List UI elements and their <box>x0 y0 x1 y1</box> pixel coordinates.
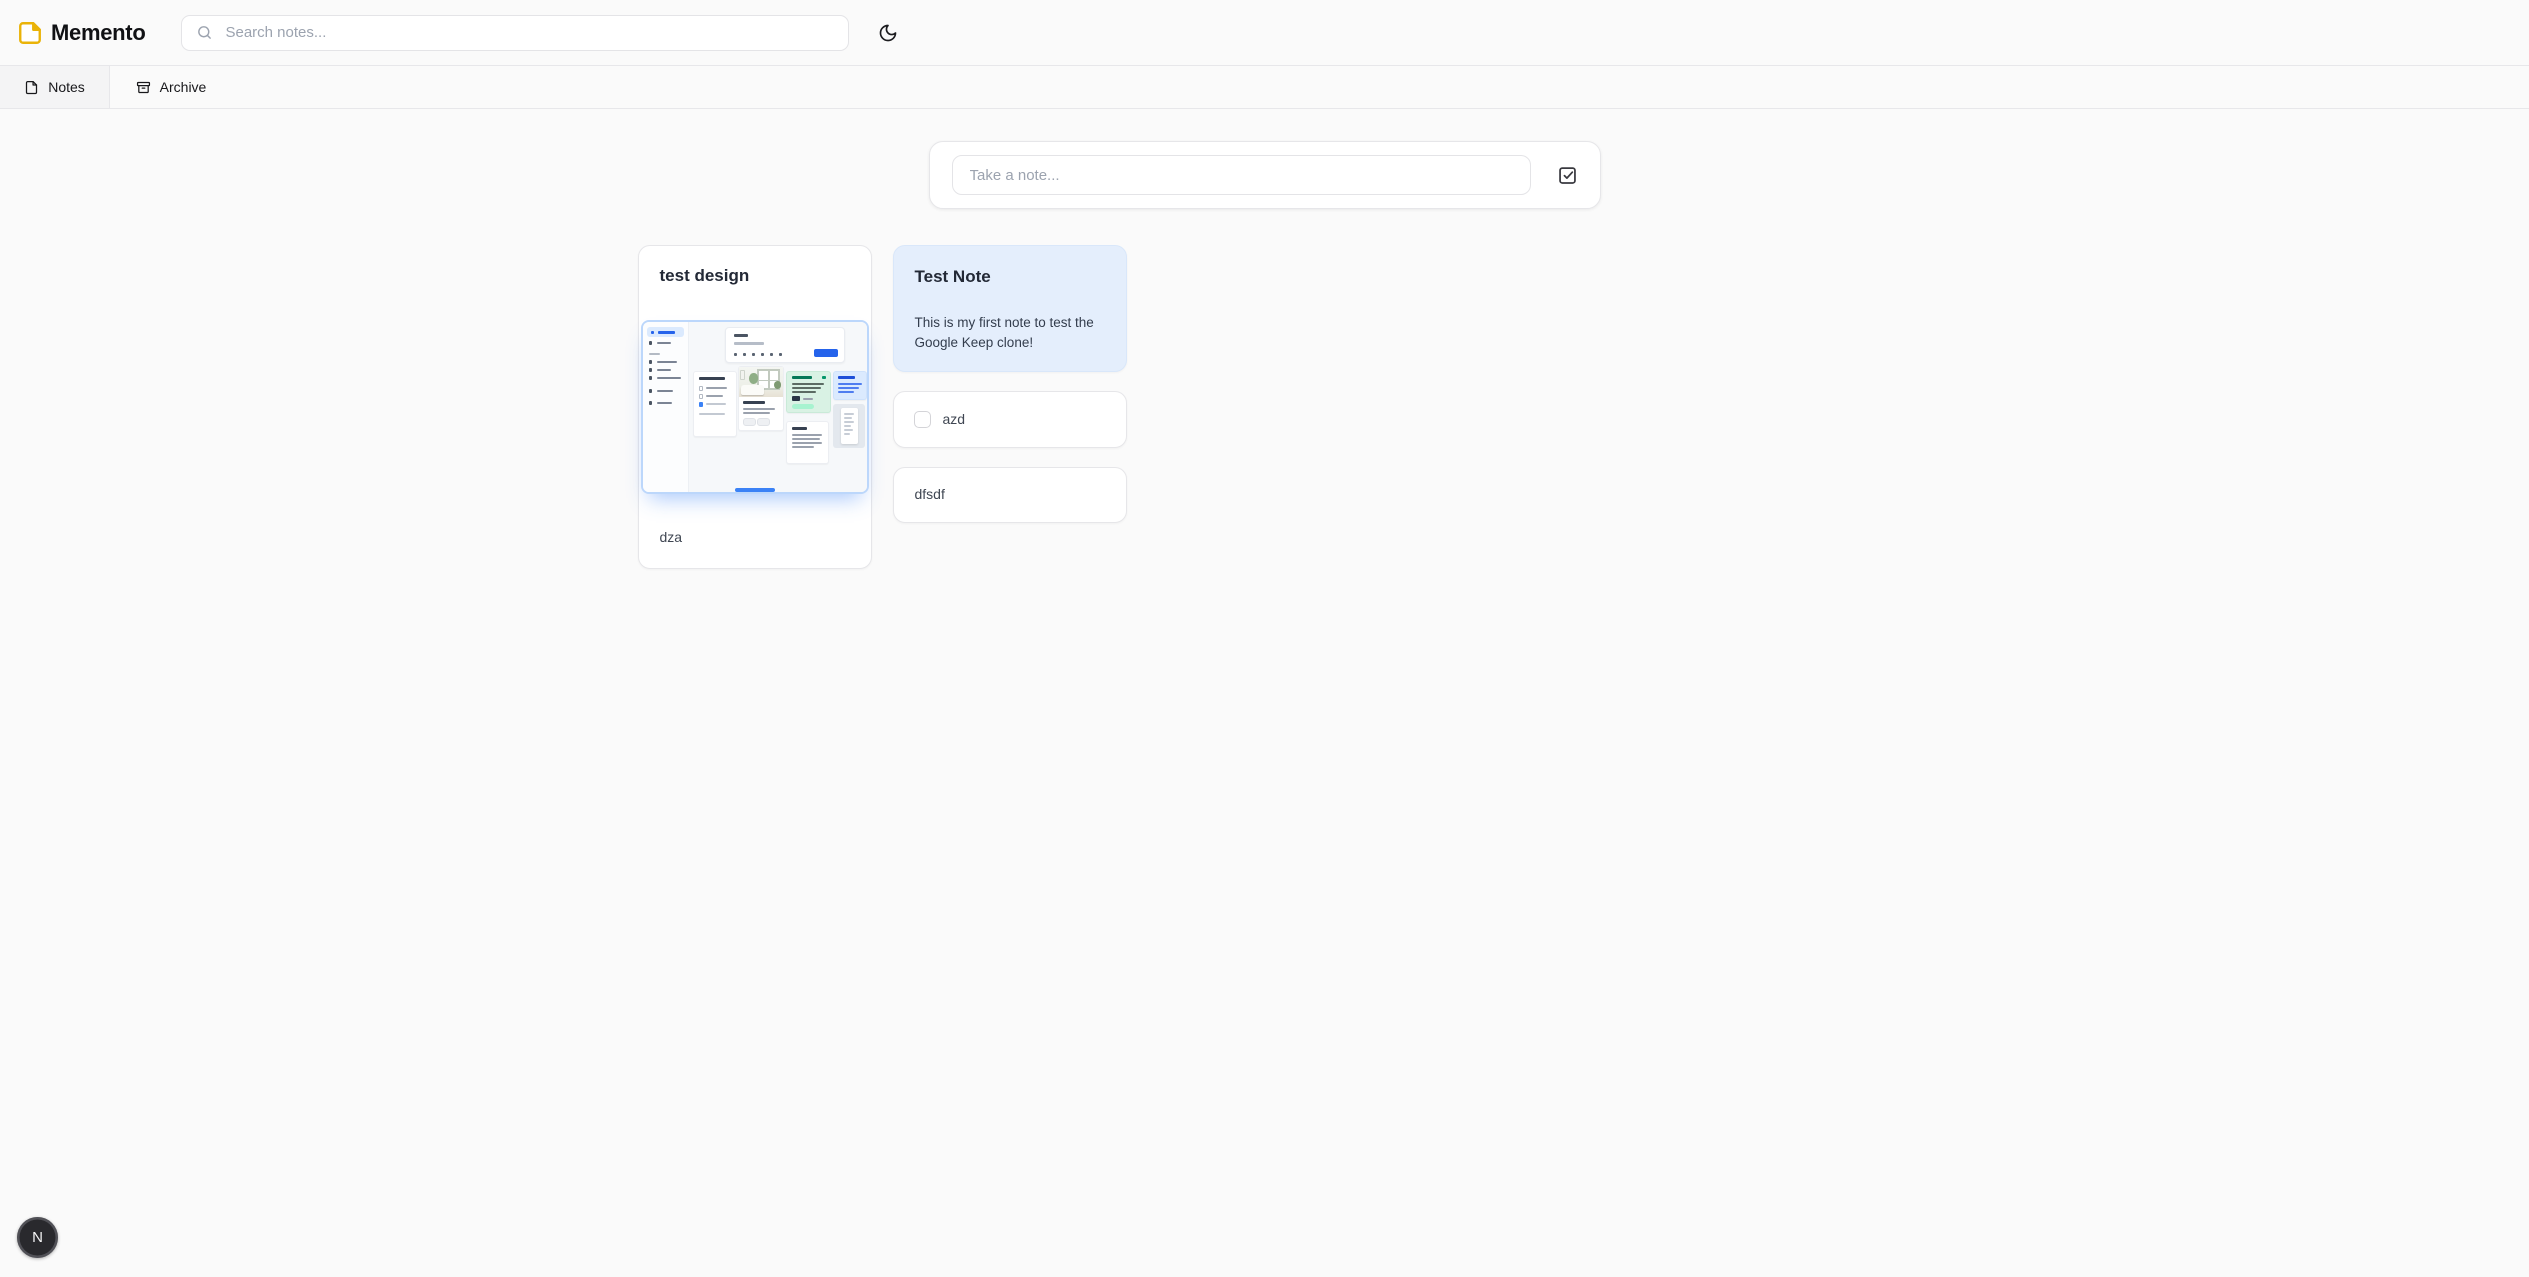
view-tabs: Notes Archive <box>0 66 2529 109</box>
note-body: This is my first note to test the Google… <box>915 313 1105 353</box>
note-body: dza <box>660 528 850 547</box>
note-card-dfsdf[interactable]: dfsdf <box>893 467 1127 523</box>
note-title: Test Note <box>915 267 1105 287</box>
thumbnail-sidebar <box>643 322 689 492</box>
tab-archive-label: Archive <box>160 79 207 95</box>
tab-archive[interactable]: Archive <box>110 66 232 108</box>
note-card-test-design[interactable]: test design <box>638 245 872 569</box>
note-image-thumbnail <box>641 320 869 494</box>
theme-toggle-button[interactable] <box>870 15 906 51</box>
search-bar <box>181 15 849 51</box>
archive-icon <box>136 80 151 95</box>
app-title: Memento <box>51 20 145 46</box>
notes-board: test design <box>638 245 1892 569</box>
check-square-icon <box>1557 165 1578 186</box>
thumbnail-scrollbar <box>735 488 775 492</box>
note-composer <box>929 141 1601 209</box>
brand: Memento <box>17 20 145 46</box>
board-column-1: test design <box>638 245 872 569</box>
tab-notes-label: Notes <box>48 79 85 95</box>
app-header: Memento <box>0 0 2529 66</box>
search-input[interactable] <box>223 23 834 42</box>
moon-icon <box>878 23 898 43</box>
new-checklist-button[interactable] <box>1557 165 1578 186</box>
note-body: dfsdf <box>915 486 945 502</box>
checklist-item-label: azd <box>943 410 966 429</box>
sticky-note-icon <box>17 20 43 46</box>
take-a-note-input[interactable] <box>952 155 1531 195</box>
search-icon <box>196 24 213 41</box>
note-title: test design <box>639 266 871 286</box>
avatar-initial: N <box>32 1229 43 1246</box>
note-card-test-note[interactable]: Test Note This is my first note to test … <box>893 245 1127 372</box>
board-column-2: Test Note This is my first note to test … <box>893 245 1127 523</box>
tab-notes[interactable]: Notes <box>0 66 110 108</box>
thumbnail-composer <box>725 327 845 363</box>
note-card-azd[interactable]: azd <box>893 391 1127 448</box>
file-icon <box>24 80 39 95</box>
checklist-checkbox[interactable] <box>914 411 931 428</box>
user-avatar[interactable]: N <box>17 1217 58 1258</box>
